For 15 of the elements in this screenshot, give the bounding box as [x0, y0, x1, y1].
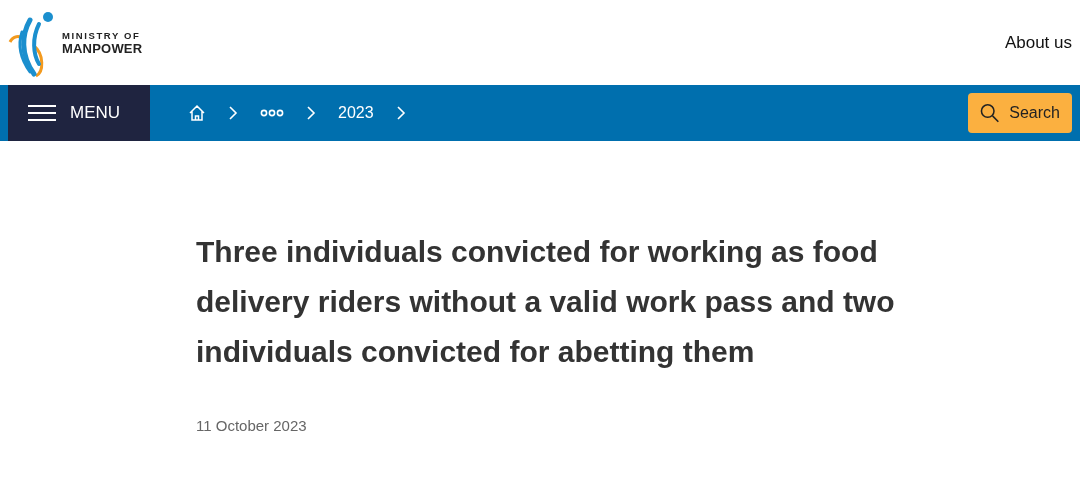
search-button[interactable]: Search [968, 93, 1072, 133]
article-date: 11 October 2023 [196, 417, 308, 434]
ellipsis-icon[interactable] [260, 109, 284, 117]
chevron-icon [395, 105, 406, 121]
home-icon[interactable] [188, 104, 206, 122]
search-icon [980, 103, 1000, 123]
logo-text: MINISTRY OF [62, 29, 142, 41]
about-link[interactable]: About us [1004, 32, 1072, 53]
menu-button[interactable]: MENU [8, 85, 150, 141]
chevron-icon [306, 105, 316, 121]
chevron-icon [228, 105, 238, 121]
breadcrumb-link[interactable]: 2023 [338, 104, 374, 122]
menu-icon [28, 104, 56, 122]
logo-text: MANPOWER [62, 40, 143, 56]
article-title: Three individuals convicted for working as food delivery riders without a valid work pass and two individuals convicted for abetting them [196, 234, 896, 370]
